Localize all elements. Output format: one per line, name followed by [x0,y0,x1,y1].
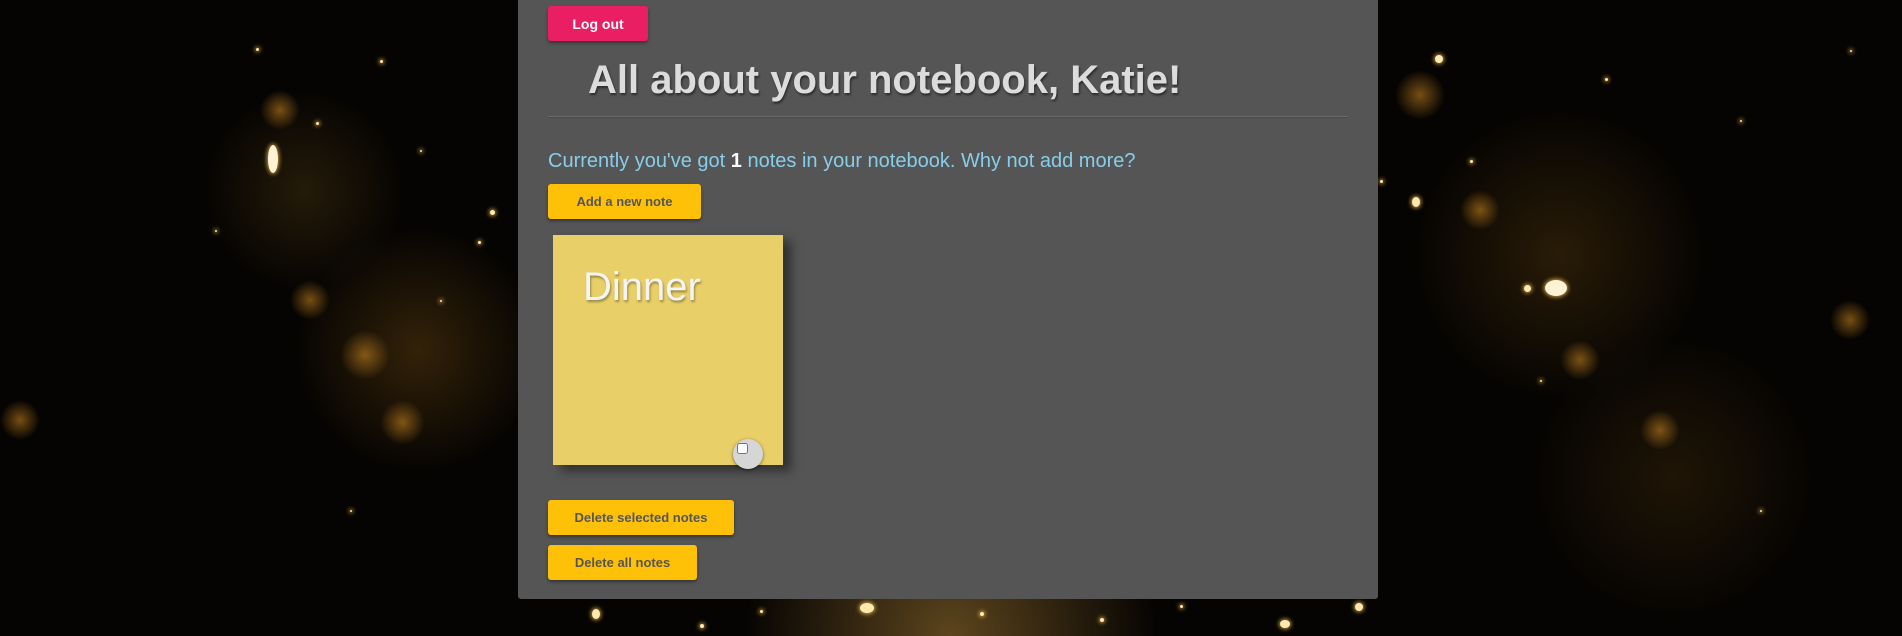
delete-selected-button[interactable]: Delete selected notes [548,500,734,535]
note-count-summary: Currently you've got 1 notes in your not… [548,150,1136,173]
page-title: All about your notebook, Katie! [588,58,1182,102]
summary-prefix: Currently you've got [548,150,731,172]
logout-button[interactable]: Log out [548,6,648,41]
summary-suffix: notes in your notebook. Why not add more… [741,150,1136,172]
add-note-button[interactable]: Add a new note [548,184,701,219]
title-divider [548,116,1348,118]
note-title: Dinner [583,265,701,309]
note-select-checkbox[interactable] [737,443,748,454]
note-select-toggle[interactable] [733,439,763,469]
sticky-note[interactable]: Dinner [553,235,783,469]
note-count: 1 [730,150,742,172]
delete-all-button[interactable]: Delete all notes [548,545,697,580]
notebook-panel: Log out All about your notebook, Katie! … [518,0,1378,599]
